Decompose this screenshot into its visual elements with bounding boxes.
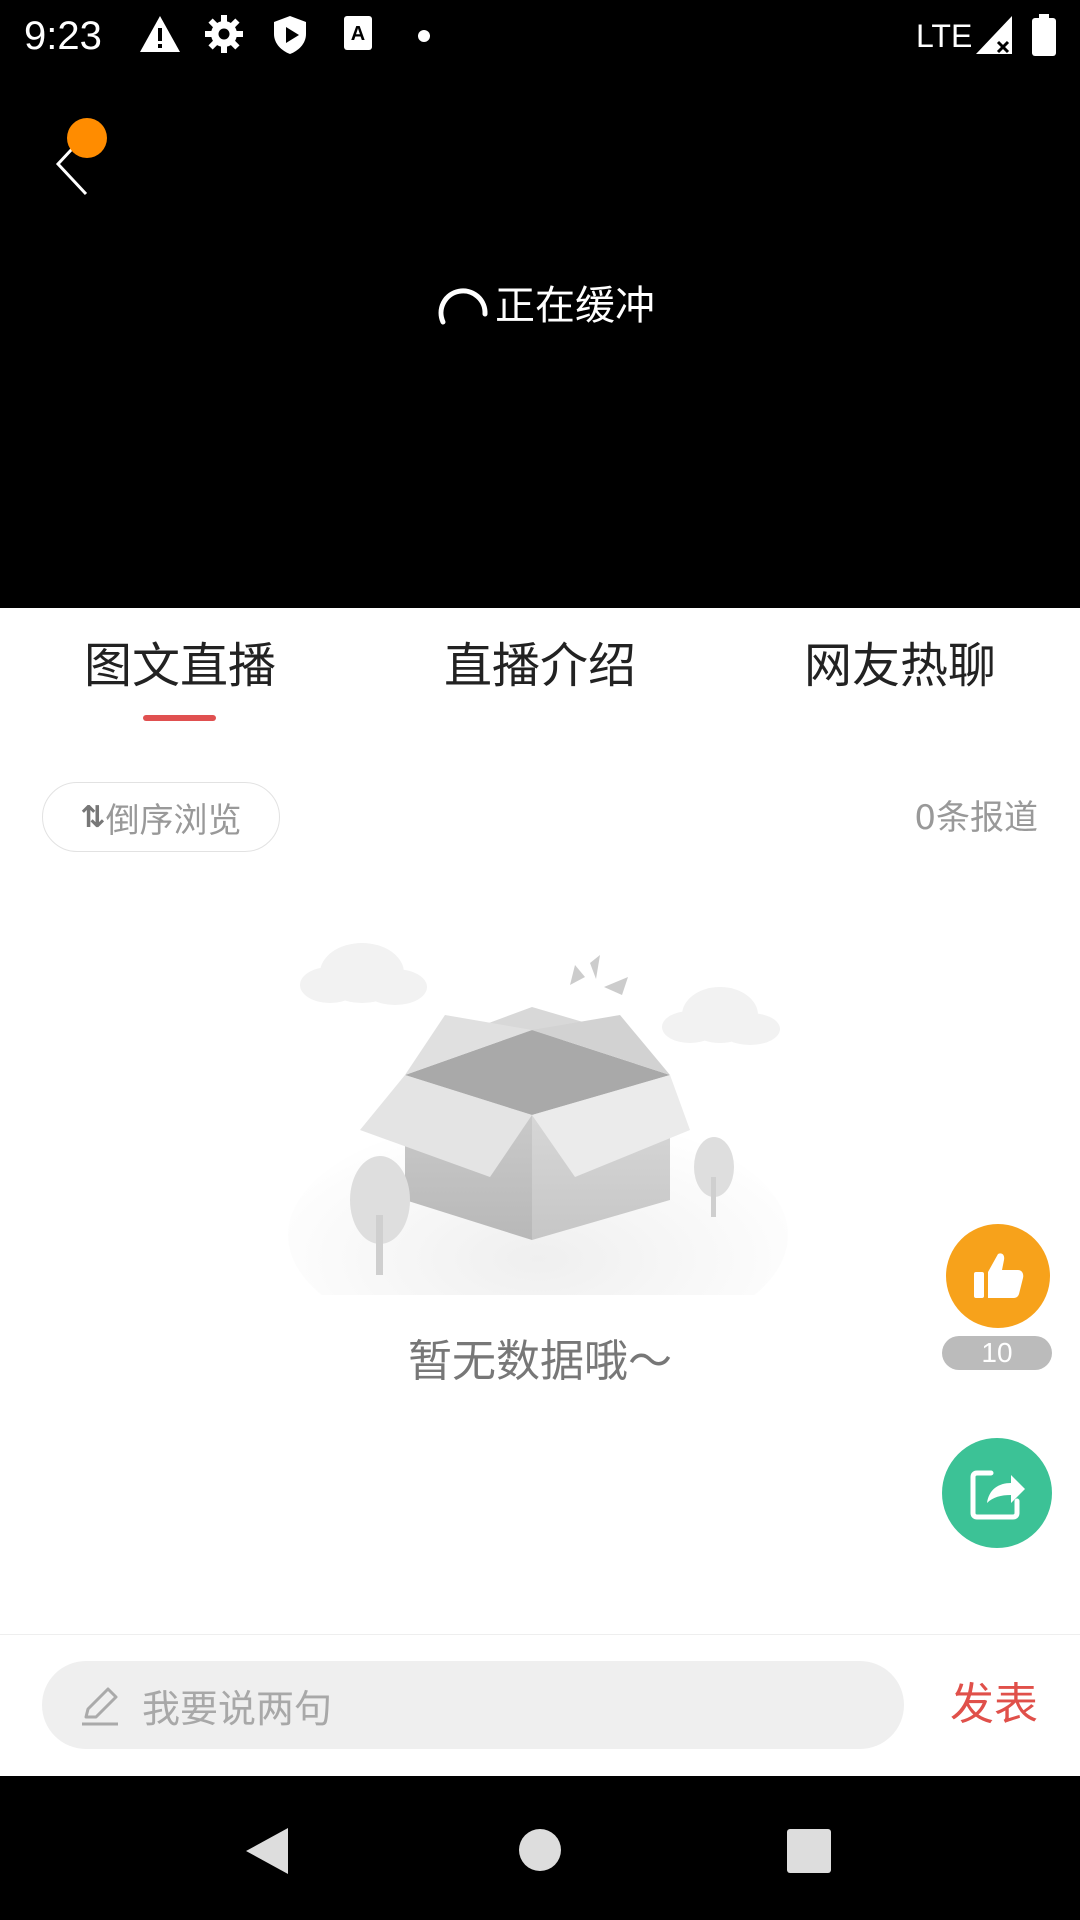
status-bar: 9:23 A LTE: [0, 0, 1080, 72]
buffering-indicator: 正在缓冲: [435, 276, 655, 336]
buffering-text: 正在缓冲: [495, 283, 655, 329]
comment-placeholder: 我要说两句: [142, 1686, 333, 1731]
tab-live-intro[interactable]: 直播介绍: [444, 636, 636, 696]
nav-recents-icon[interactable]: [786, 1828, 832, 1874]
status-time: 9:23: [24, 14, 102, 58]
network-type: LTE: [916, 18, 973, 54]
screen: 9:23 A LTE 正在缓冲 图文直播 直播介绍 网友热聊 ⇅ 倒序浏览 0条…: [0, 0, 1080, 1920]
publish-button[interactable]: 发表: [950, 1675, 1038, 1735]
comment-input[interactable]: 我要说两句: [42, 1661, 904, 1749]
sort-label: 倒序浏览: [105, 800, 242, 841]
notification-dot: [67, 118, 107, 158]
share-icon: [970, 1470, 1025, 1520]
warning-icon: [140, 16, 180, 52]
sort-icon: ⇅: [80, 799, 105, 835]
loading-spinner-icon: [438, 288, 488, 325]
battery-icon: [1032, 14, 1056, 56]
tab-active-indicator: [143, 715, 216, 721]
nav-home-icon[interactable]: [518, 1828, 562, 1872]
system-nav-bar: [0, 1776, 1080, 1920]
thumbs-up-icon: [974, 1253, 1024, 1298]
dot-icon: [418, 30, 430, 42]
tab-bar: 图文直播 直播介绍 网友热聊: [0, 608, 1080, 724]
pencil-icon: [82, 1687, 118, 1726]
empty-box-illustration: [288, 943, 788, 1295]
svg-text:A: A: [351, 23, 365, 45]
tab-text-live[interactable]: 图文直播: [84, 636, 276, 696]
shield-play-icon: [274, 16, 306, 54]
settings-icon: [205, 15, 243, 53]
empty-state-text: 暂无数据哦～: [408, 1336, 672, 1387]
comment-bar: 我要说两句 发表: [0, 1634, 1080, 1776]
like-count: 10: [942, 1336, 1052, 1370]
share-button[interactable]: [942, 1438, 1052, 1548]
like-button[interactable]: [946, 1224, 1050, 1328]
nav-back-icon[interactable]: [244, 1826, 290, 1876]
video-player[interactable]: 正在缓冲: [0, 72, 1080, 608]
tab-hot-chat[interactable]: 网友热聊: [804, 636, 996, 696]
report-count: 0条报道: [914, 798, 1038, 838]
a11y-icon: A: [344, 16, 372, 50]
signal-icon: [976, 16, 1012, 54]
reverse-order-button[interactable]: ⇅ 倒序浏览: [42, 782, 280, 852]
